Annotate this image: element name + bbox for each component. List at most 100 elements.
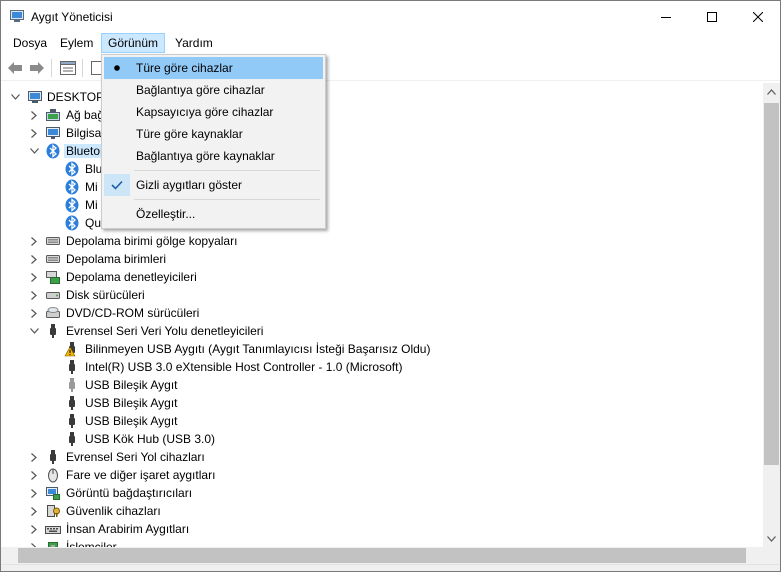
device-row[interactable]: Bilinmeyen USB Aygıtı (Aygıt Tanımlayıcı…: [1, 340, 763, 358]
expand-chevron-right-icon[interactable]: [28, 502, 40, 520]
expand-chevron-down-icon[interactable]: [9, 88, 21, 106]
view-menu-item-resources-by-connection[interactable]: Bağlantıya göre kaynaklar: [104, 145, 323, 167]
security-icon: [45, 503, 61, 519]
expand-chevron-right-icon[interactable]: [28, 538, 40, 547]
tree-node[interactable]: DVD/CD-ROM sürücüleri: [1, 304, 763, 322]
forward-button[interactable]: [28, 59, 46, 77]
expand-chevron-right-icon[interactable]: [28, 232, 40, 250]
scroll-up-button[interactable]: [763, 83, 780, 100]
scroll-down-button[interactable]: [763, 530, 780, 547]
expand-chevron-right-icon[interactable]: [28, 124, 40, 142]
usb-icon: [45, 323, 61, 339]
vertical-scrollbar[interactable]: [763, 83, 780, 547]
tree-node-label: Fare ve diğer işaret aygıtları: [66, 468, 216, 482]
dvd-icon: [45, 305, 61, 321]
close-button[interactable]: [735, 1, 780, 32]
toolbar-separator: [51, 59, 52, 77]
expand-chevron-right-icon[interactable]: [28, 484, 40, 502]
menu-file[interactable]: Dosya: [7, 33, 53, 53]
properties-button[interactable]: [59, 59, 77, 77]
tree-node-label: Qu: [85, 216, 102, 230]
tree-node-label: Blu: [85, 162, 103, 176]
title-bar[interactable]: Aygıt Yöneticisi: [1, 1, 780, 32]
minimize-button[interactable]: [643, 1, 689, 32]
back-button[interactable]: [6, 59, 24, 77]
storage-icon: [45, 233, 61, 249]
radio-bullet-icon: [104, 57, 130, 79]
expand-chevron-right-icon[interactable]: [28, 448, 40, 466]
tree-node[interactable]: Görüntü bağdaştırıcıları: [1, 484, 763, 502]
device-row[interactable]: USB Bileşik Aygıt: [1, 376, 763, 394]
usb-icon: [64, 431, 80, 447]
tree-node-label: Mi: [85, 180, 98, 194]
device-manager-app-icon: [10, 10, 24, 22]
device-row[interactable]: USB Bileşik Aygıt: [1, 412, 763, 430]
hid-icon: [45, 521, 61, 537]
expand-chevron-right-icon[interactable]: [28, 250, 40, 268]
menu-view[interactable]: Görünüm: [101, 33, 166, 53]
checkmark-icon: [104, 174, 130, 196]
maximize-button[interactable]: [689, 1, 735, 32]
tree-node[interactable]: İnsan Arabirim Aygıtları: [1, 520, 763, 538]
view-menu-item-devices-by-connection[interactable]: Bağlantıya göre cihazlar: [104, 79, 323, 101]
view-menu-item-show-hidden-devices[interactable]: Gizli aygıtları göster: [104, 174, 323, 196]
vertical-scroll-thumb[interactable]: [764, 103, 779, 465]
menu-action[interactable]: Eylem: [54, 33, 99, 53]
expand-chevron-right-icon[interactable]: [28, 286, 40, 304]
expand-chevron-right-icon[interactable]: [28, 268, 40, 286]
expand-chevron-right-icon[interactable]: [28, 466, 40, 484]
view-menu-item-resources-by-type[interactable]: Türe göre kaynaklar: [104, 123, 323, 145]
bluetooth-icon: [64, 179, 80, 195]
bluetooth-icon: [64, 197, 80, 213]
tree-node[interactable]: Depolama birimi gölge kopyaları: [1, 232, 763, 250]
view-menu-item-label: Gizli aygıtları göster: [136, 178, 243, 192]
computer-icon: [27, 89, 43, 105]
tree-node-label: Güvenlik cihazları: [66, 504, 161, 518]
tree-node[interactable]: Evrensel Seri Yol cihazları: [1, 448, 763, 466]
tree-node[interactable]: Disk sürücüleri: [1, 286, 763, 304]
window-title: Aygıt Yöneticisi: [31, 10, 113, 24]
expand-chevron-right-icon[interactable]: [28, 520, 40, 538]
menu-separator: [134, 199, 320, 200]
view-menu-item-customize[interactable]: Özelleştir...: [104, 203, 323, 225]
expand-chevron-right-icon[interactable]: [28, 106, 40, 124]
tree-node-label: İşlemciler: [66, 540, 117, 547]
status-bar: [1, 564, 780, 571]
device-row[interactable]: USB Bileşik Aygıt: [1, 394, 763, 412]
tree-node[interactable]: Güvenlik cihazları: [1, 502, 763, 520]
chevron-up-icon: [767, 88, 776, 95]
view-menu-item-label: Özelleştir...: [136, 207, 196, 221]
tree-node[interactable]: Fare ve diğer işaret aygıtları: [1, 466, 763, 484]
scrollbar-corner: [763, 547, 780, 564]
forward-arrow-icon: [30, 62, 44, 74]
menu-help[interactable]: Yardım: [169, 33, 219, 53]
disk-icon: [45, 287, 61, 303]
bluetooth-icon: [45, 143, 61, 159]
minimize-icon: [661, 16, 671, 18]
device-row[interactable]: Intel(R) USB 3.0 eXtensible Host Control…: [1, 358, 763, 376]
usb-icon: [64, 395, 80, 411]
horizontal-scrollbar[interactable]: [1, 547, 763, 564]
usb-icon: [64, 359, 80, 375]
view-menu-item-devices-by-container[interactable]: Kapsayıcıya göre cihazlar: [104, 101, 323, 123]
tree-node[interactable]: Evrensel Seri Veri Yolu denetleyicileri: [1, 322, 763, 340]
view-menu-item-devices-by-type[interactable]: Türe göre cihazlar: [104, 57, 323, 79]
tree-node[interactable]: Depolama denetleyicileri: [1, 268, 763, 286]
expand-chevron-down-icon[interactable]: [28, 322, 40, 340]
tree-node-label: Bilinmeyen USB Aygıtı (Aygıt Tanımlayıcı…: [85, 342, 431, 356]
warning-icon: [64, 341, 80, 357]
maximize-icon: [707, 11, 717, 22]
tree-node-label: Evrensel Seri Yol cihazları: [66, 450, 205, 464]
expand-chevron-down-icon[interactable]: [28, 142, 40, 160]
device-row[interactable]: USB Kök Hub (USB 3.0): [1, 430, 763, 448]
tree-node[interactable]: Depolama birimleri: [1, 250, 763, 268]
tree-node-label: Evrensel Seri Veri Yolu denetleyicileri: [66, 324, 264, 338]
expand-chevron-right-icon[interactable]: [28, 304, 40, 322]
tree-node-label: Intel(R) USB 3.0 eXtensible Host Control…: [85, 360, 403, 374]
horizontal-scroll-thumb[interactable]: [18, 548, 746, 563]
tree-node[interactable]: İşlemciler: [1, 538, 763, 547]
view-menu-item-label: Türe göre kaynaklar: [136, 127, 243, 141]
device-manager-window: Aygıt Yöneticisi Dosya Eylem Görünüm Yar…: [0, 0, 781, 572]
display-adapter-icon: [45, 485, 61, 501]
tree-node-label: İnsan Arabirim Aygıtları: [66, 522, 190, 536]
